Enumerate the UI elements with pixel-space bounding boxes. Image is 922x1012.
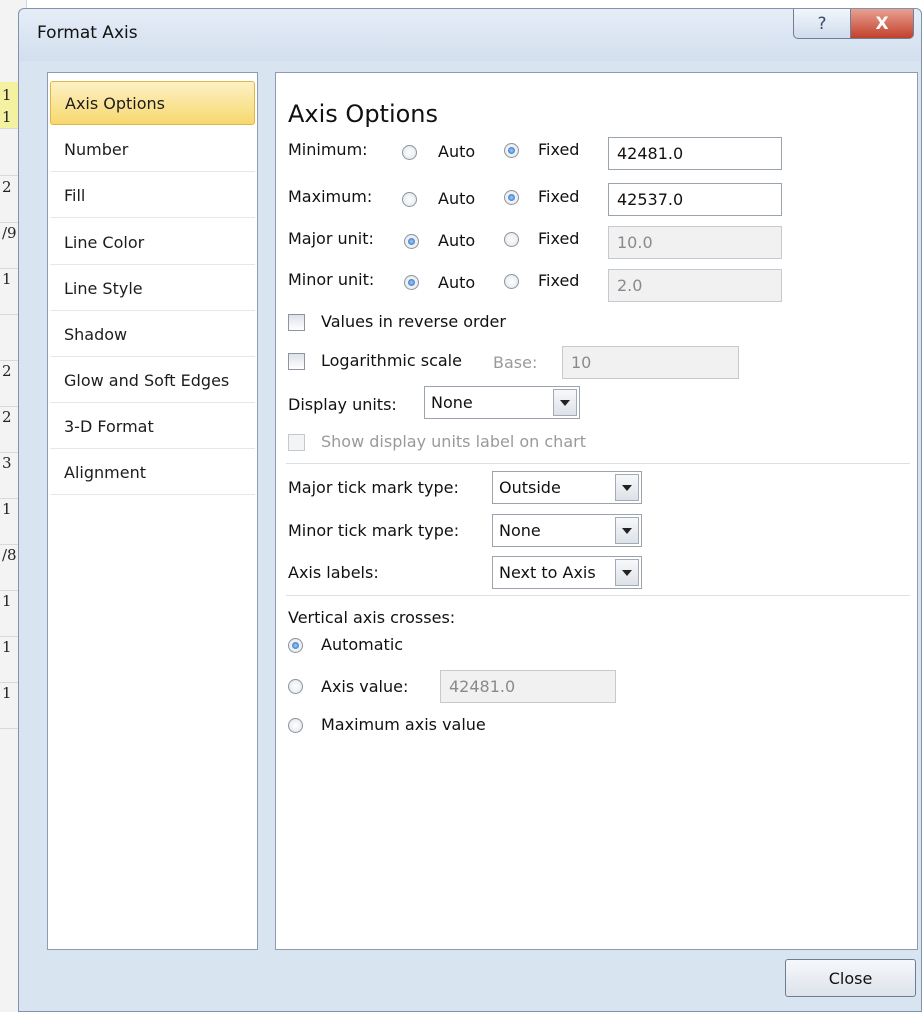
nav-item-3d-format[interactable]: 3-D Format <box>50 405 255 449</box>
show-units-label-checkbox[interactable] <box>288 434 305 451</box>
chevron-down-icon[interactable] <box>615 559 639 586</box>
axis-labels-label: Axis labels: <box>288 563 379 582</box>
nav-item-shadow[interactable]: Shadow <box>50 313 255 357</box>
axis-options-panel: Axis Options Minimum: Auto Fixed 42481.0… <box>275 72 918 950</box>
row-number: /8 <box>2 546 17 564</box>
panel-title: Axis Options <box>288 100 439 128</box>
minimum-label: Minimum: <box>288 140 368 159</box>
row-number: 1 <box>2 108 12 126</box>
log-scale-label: Logarithmic scale <box>321 351 462 370</box>
question-mark-icon: ? <box>817 13 827 34</box>
minimum-auto-radio[interactable] <box>402 145 417 160</box>
maximum-fixed-label: Fixed <box>538 187 580 206</box>
display-units-value: None <box>431 393 473 412</box>
major-unit-fixed-label: Fixed <box>538 229 580 248</box>
display-units-label: Display units: <box>288 395 397 414</box>
minor-unit-fixed-label: Fixed <box>538 271 580 290</box>
maximum-label: Maximum: <box>288 187 373 206</box>
minor-tick-label: Minor tick mark type: <box>288 521 460 540</box>
section-divider <box>286 463 910 464</box>
nav-item-number[interactable]: Number <box>50 128 255 172</box>
row-number: 3 <box>2 454 12 472</box>
major-tick-label: Major tick mark type: <box>288 478 459 497</box>
log-base-input[interactable]: 10 <box>562 346 739 379</box>
reverse-order-checkbox[interactable] <box>288 314 305 331</box>
row-number: 1 <box>2 592 12 610</box>
maximum-fixed-radio[interactable] <box>504 190 519 205</box>
row-number: 1 <box>2 684 12 702</box>
row-number: 1 <box>2 270 12 288</box>
row-number: /9 <box>2 224 17 242</box>
minor-unit-auto-radio[interactable] <box>404 275 419 290</box>
crosses-axis-value-label: Axis value: <box>321 677 409 696</box>
minor-unit-auto-label: Auto <box>438 273 476 292</box>
crosses-axis-value-input[interactable]: 42481.0 <box>440 670 616 703</box>
row-number: 1 <box>2 500 12 518</box>
crosses-max-label: Maximum axis value <box>321 715 486 734</box>
axis-labels-value: Next to Axis <box>499 563 596 582</box>
log-base-label: Base: <box>493 353 538 372</box>
minor-tick-select[interactable]: None <box>492 514 642 547</box>
chevron-down-icon[interactable] <box>615 474 639 501</box>
major-unit-auto-radio[interactable] <box>404 234 419 249</box>
chevron-down-icon[interactable] <box>553 389 577 416</box>
section-divider <box>286 595 910 596</box>
minor-unit-label: Minor unit: <box>288 270 375 289</box>
crosses-automatic-label: Automatic <box>321 635 404 654</box>
format-axis-dialog: Format Axis ? X Axis Options Number Fill… <box>18 8 922 1012</box>
minimum-fixed-label: Fixed <box>538 140 580 159</box>
crosses-automatic-radio[interactable] <box>288 638 303 653</box>
minor-unit-value-input[interactable]: 2.0 <box>608 269 782 302</box>
row-number: 2 <box>2 362 12 380</box>
major-unit-fixed-radio[interactable] <box>504 232 519 247</box>
dialog-title: Format Axis <box>37 23 138 43</box>
row-number: 2 <box>2 178 12 196</box>
maximum-auto-label: Auto <box>438 189 476 208</box>
minimum-fixed-radio[interactable] <box>504 143 519 158</box>
nav-item-line-style[interactable]: Line Style <box>50 267 255 311</box>
nav-item-line-color[interactable]: Line Color <box>50 221 255 265</box>
help-button[interactable]: ? <box>793 9 851 39</box>
nav-item-alignment[interactable]: Alignment <box>50 451 255 495</box>
major-unit-value-input[interactable]: 10.0 <box>608 226 782 259</box>
nav-item-glow-soft-edges[interactable]: Glow and Soft Edges <box>50 359 255 403</box>
row-number: 2 <box>2 408 12 426</box>
axis-crosses-heading: Vertical axis crosses: <box>288 608 456 627</box>
chevron-down-icon[interactable] <box>615 517 639 544</box>
reverse-order-label: Values in reverse order <box>321 312 506 331</box>
nav-item-axis-options[interactable]: Axis Options <box>50 81 255 125</box>
minimum-value-input[interactable]: 42481.0 <box>608 137 782 170</box>
window-close-button[interactable]: X <box>850 9 914 39</box>
close-button[interactable]: Close <box>785 959 916 997</box>
major-unit-auto-label: Auto <box>438 231 476 250</box>
maximum-auto-radio[interactable] <box>402 192 417 207</box>
minor-unit-fixed-radio[interactable] <box>504 274 519 289</box>
major-tick-value: Outside <box>499 478 561 497</box>
maximum-value-input[interactable]: 42537.0 <box>608 183 782 216</box>
log-scale-checkbox[interactable] <box>288 353 305 370</box>
category-list: Axis Options Number Fill Line Color Line… <box>47 72 258 950</box>
crosses-max-radio[interactable] <box>288 718 303 733</box>
display-units-select[interactable]: None <box>424 386 580 419</box>
title-bar: Format Axis ? X <box>19 9 921 61</box>
minor-tick-value: None <box>499 521 541 540</box>
minimum-auto-label: Auto <box>438 142 476 161</box>
close-icon: X <box>875 13 889 34</box>
crosses-axis-value-radio[interactable] <box>288 679 303 694</box>
nav-item-fill[interactable]: Fill <box>50 174 255 218</box>
major-unit-label: Major unit: <box>288 229 374 248</box>
row-number: 1 <box>2 638 12 656</box>
show-units-label-text: Show display units label on chart <box>321 432 586 451</box>
row-number: 1 <box>2 86 12 104</box>
major-tick-select[interactable]: Outside <box>492 471 642 504</box>
axis-labels-select[interactable]: Next to Axis <box>492 556 642 589</box>
